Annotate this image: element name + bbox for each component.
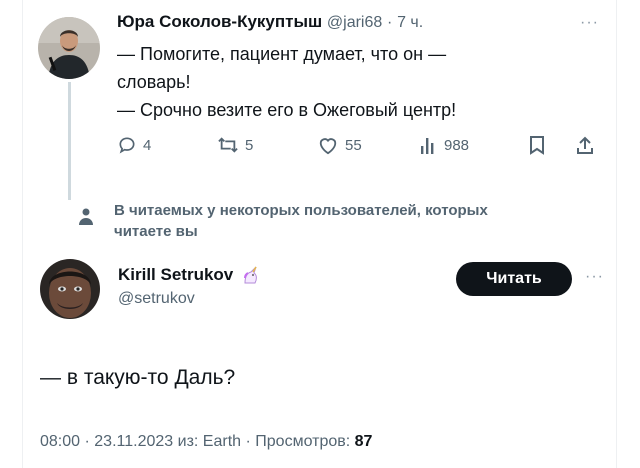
analytics-icon bbox=[421, 138, 434, 154]
reply-author-name[interactable]: Юра Соколов-Кукуптыш bbox=[117, 12, 322, 31]
share-icon bbox=[577, 136, 593, 154]
meta-separator: · bbox=[245, 433, 251, 450]
meta-date[interactable]: 23.11.2023 bbox=[94, 433, 173, 450]
reply-author-handle[interactable]: @jari68 bbox=[327, 14, 382, 31]
tweet-frame: Юра Соколов-Кукуптыш @jari68 · 7 ч. ··· … bbox=[0, 0, 640, 468]
reply-tweet-text: — Помогите, пациент думает, что он — сло… bbox=[117, 40, 587, 124]
frame-right-border bbox=[616, 0, 617, 468]
reply-time-ago[interactable]: 7 ч. bbox=[397, 14, 423, 31]
meta-time[interactable]: 08:00 bbox=[40, 433, 80, 450]
reply-header-separator: · bbox=[387, 14, 393, 31]
notice-text-line: В читаемых у некоторых пользователей, ко… bbox=[114, 202, 488, 219]
person-icon bbox=[79, 208, 93, 225]
main-author-handle[interactable]: @setrukov bbox=[118, 290, 195, 308]
unicorn-icon bbox=[244, 266, 258, 284]
meta-source: из: Earth bbox=[177, 433, 242, 450]
retweet-icon bbox=[218, 137, 238, 153]
follow-button[interactable]: Читать bbox=[456, 262, 572, 296]
like-count: 55 bbox=[345, 136, 362, 154]
reply-icon bbox=[119, 137, 135, 154]
reply-more-icon[interactable]: ··· bbox=[580, 14, 599, 32]
bookmark-button[interactable] bbox=[528, 135, 546, 155]
main-author-avatar[interactable] bbox=[40, 259, 100, 319]
tweet-meta: 08:00 · 23.11.2023 из: Earth · Просмотро… bbox=[40, 433, 372, 451]
meta-separator: · bbox=[84, 433, 90, 450]
thread-connector-line bbox=[68, 82, 71, 200]
heart-icon bbox=[319, 138, 337, 155]
retweet-count: 5 bbox=[245, 136, 254, 154]
reply-text-line: словарь! bbox=[117, 72, 191, 92]
views-button[interactable]: 988 bbox=[420, 135, 469, 155]
meta-views-label: Просмотров: bbox=[255, 433, 351, 450]
views-count: 988 bbox=[444, 136, 470, 154]
reply-text-line: — Помогите, пациент думает, что он — bbox=[117, 44, 447, 64]
retweet-button[interactable]: 5 bbox=[217, 135, 253, 155]
notice-text-line: читаете вы bbox=[114, 223, 198, 240]
like-button[interactable]: 55 bbox=[317, 135, 362, 155]
main-author-row: Kirill Setrukov bbox=[118, 265, 261, 285]
reply-tweet-header: Юра Соколов-Кукуптыш @jari68 · 7 ч. bbox=[117, 12, 423, 32]
main-tweet-text: — в такую-то Даль? bbox=[40, 366, 236, 389]
reply-count: 4 bbox=[143, 136, 152, 154]
reply-text-line: — Срочно везите его в Ожеговый центр! bbox=[117, 100, 457, 120]
bookmark-icon bbox=[530, 136, 544, 155]
reply-action-bar: 4 5 55 988 bbox=[117, 135, 607, 157]
reply-button[interactable]: 4 bbox=[117, 135, 151, 155]
meta-views-count: 87 bbox=[354, 433, 373, 450]
reply-author-avatar[interactable] bbox=[38, 17, 100, 79]
share-button[interactable] bbox=[575, 135, 595, 155]
main-author-name[interactable]: Kirill Setrukov bbox=[118, 265, 233, 285]
main-more-icon[interactable]: ··· bbox=[585, 268, 604, 286]
frame-left-border bbox=[22, 0, 23, 468]
